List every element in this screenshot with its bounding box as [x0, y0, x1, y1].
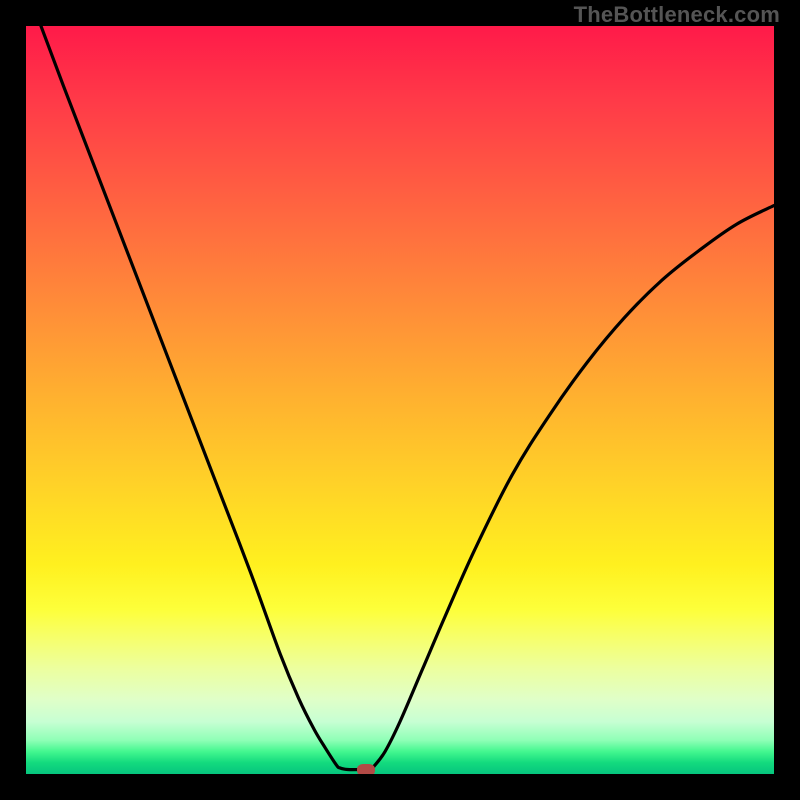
plot-area [26, 26, 774, 774]
minimum-marker [357, 764, 375, 775]
curve-left-branch [41, 26, 363, 770]
curve-right-branch [374, 206, 774, 767]
chart-frame: TheBottleneck.com [0, 0, 800, 800]
watermark-text: TheBottleneck.com [574, 2, 780, 28]
bottleneck-curve [26, 26, 774, 774]
